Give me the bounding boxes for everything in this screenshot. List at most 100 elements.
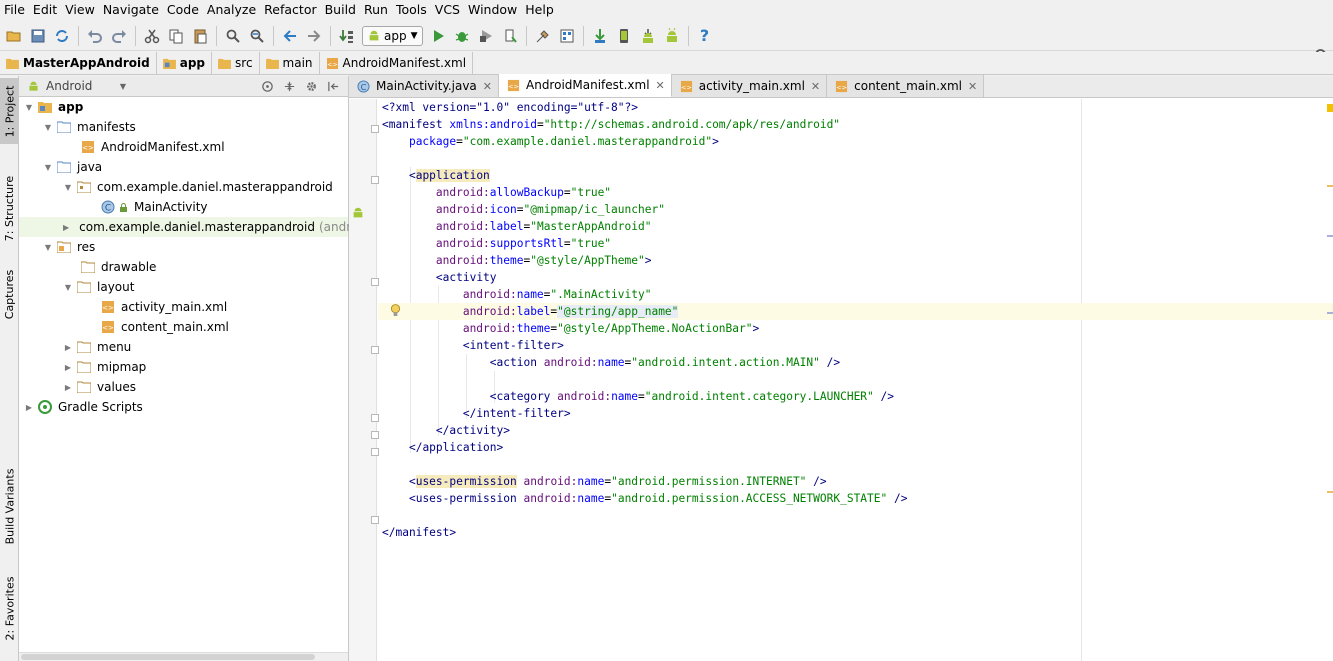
breadcrumb-app[interactable]: app (157, 51, 213, 75)
expand-arrow-icon[interactable]: ▼ (24, 102, 34, 112)
android-icon[interactable] (351, 206, 365, 220)
tab-mainactivity-java[interactable]: C MainActivity.java ✕ (349, 75, 499, 97)
close-icon[interactable]: ✕ (968, 80, 977, 93)
run-config-select[interactable]: app ▼ (362, 25, 423, 46)
tab-captures[interactable]: Captures (0, 264, 19, 324)
warning-marker[interactable] (1327, 491, 1333, 493)
sdk-download-icon[interactable] (589, 25, 611, 47)
tree-item-activity-main[interactable]: <> activity_main.xml (19, 297, 348, 317)
tree-item-values[interactable]: ▶ values (19, 377, 348, 397)
sdk-manager-icon[interactable] (637, 25, 659, 47)
tree-item-gradle-scripts[interactable]: ▶ Gradle Scripts (19, 397, 348, 417)
project-structure-icon[interactable] (556, 25, 578, 47)
expand-arrow-icon[interactable]: ▶ (24, 402, 34, 412)
redo-icon[interactable] (108, 25, 130, 47)
sync-icon[interactable] (51, 25, 73, 47)
expand-arrow-icon[interactable]: ▼ (43, 162, 53, 172)
close-icon[interactable]: ✕ (483, 80, 492, 93)
tree-item-package[interactable]: ▼ com.example.daniel.masterappandroid (19, 177, 348, 197)
coverage-icon[interactable] (475, 25, 497, 47)
replace-icon[interactable] (246, 25, 268, 47)
error-stripe[interactable] (1327, 99, 1333, 661)
menu-view[interactable]: View (61, 0, 99, 20)
menu-tools[interactable]: Tools (392, 0, 431, 20)
warning-marker[interactable] (1327, 185, 1333, 187)
expand-arrow-icon[interactable]: ▶ (63, 222, 69, 232)
menu-code[interactable]: Code (163, 0, 203, 20)
tree-item-package-test[interactable]: ▶ com.example.daniel.masterappandroid (a… (19, 217, 362, 237)
hide-panel-icon[interactable] (322, 77, 344, 95)
tree-item-content-main[interactable]: <> content_main.xml (19, 317, 348, 337)
make-icon[interactable] (336, 25, 358, 47)
close-icon[interactable]: ✕ (811, 80, 820, 93)
find-icon[interactable] (222, 25, 244, 47)
breadcrumb-src[interactable]: src (212, 51, 260, 75)
gear-icon[interactable] (300, 77, 322, 95)
tab-project[interactable]: 1: Project (0, 78, 19, 144)
menu-analyze[interactable]: Analyze (203, 0, 260, 20)
expand-arrow-icon[interactable]: ▼ (43, 242, 53, 252)
tab-androidmanifest-xml[interactable]: <> AndroidManifest.xml ✕ (499, 74, 672, 97)
tree-item-androidmanifest[interactable]: <> AndroidManifest.xml (19, 137, 348, 157)
tree-item-app[interactable]: ▼ app (19, 97, 348, 117)
run-icon[interactable] (427, 25, 449, 47)
close-icon[interactable]: ✕ (656, 79, 665, 92)
expand-arrow-icon[interactable]: ▼ (63, 182, 73, 192)
horizontal-scrollbar[interactable] (19, 652, 348, 661)
tree-item-menu[interactable]: ▶ menu (19, 337, 348, 357)
forward-icon[interactable] (303, 25, 325, 47)
tree-item-mipmap[interactable]: ▶ mipmap (19, 357, 348, 377)
android-monitor-icon[interactable] (661, 25, 683, 47)
tab-build-variants[interactable]: Build Variants (0, 461, 19, 551)
paste-icon[interactable] (189, 25, 211, 47)
scrollbar-thumb[interactable] (21, 654, 315, 660)
menu-refactor[interactable]: Refactor (260, 0, 320, 20)
code-line-11: <activity (435, 271, 497, 284)
expand-arrow-icon[interactable]: ▶ (63, 342, 73, 352)
tab-content-main-xml[interactable]: <> content_main.xml ✕ (827, 75, 985, 97)
save-icon[interactable] (27, 25, 49, 47)
expand-arrow-icon[interactable]: ▼ (43, 122, 53, 132)
structure-icon[interactable] (532, 25, 554, 47)
menu-vcs[interactable]: VCS (431, 0, 464, 20)
expand-arrow-icon[interactable]: ▼ (63, 282, 73, 292)
tree-item-drawable[interactable]: drawable (19, 257, 348, 277)
back-icon[interactable] (279, 25, 301, 47)
breadcrumb-main[interactable]: main (260, 51, 320, 75)
code-editor[interactable]: <?xml version="1.0" encoding="utf-8"?> <… (378, 99, 1333, 661)
tab-activity-main-xml[interactable]: <> activity_main.xml ✕ (671, 75, 828, 97)
avd-icon[interactable] (613, 25, 635, 47)
expand-arrow-icon[interactable]: ▶ (63, 362, 73, 372)
menu-navigate[interactable]: Navigate (99, 0, 163, 20)
menu-help[interactable]: Help (521, 0, 558, 20)
tab-favorites[interactable]: 2: Favorites (0, 571, 19, 646)
copy-icon[interactable] (165, 25, 187, 47)
collapse-all-icon[interactable] (278, 77, 300, 95)
menu-edit[interactable]: Edit (29, 0, 61, 20)
tree-item-mainactivity[interactable]: C MainActivity (19, 197, 348, 217)
tree-item-manifests[interactable]: ▼ manifests (19, 117, 348, 137)
menu-build[interactable]: Build (321, 0, 360, 20)
project-view-select[interactable]: Android ▼ (19, 79, 126, 93)
menu-file[interactable]: File (0, 0, 29, 20)
info-marker[interactable] (1327, 235, 1333, 237)
warning-marker[interactable] (1327, 104, 1333, 112)
breadcrumb-file[interactable]: <> AndroidManifest.xml (320, 51, 474, 75)
lightbulb-icon[interactable] (390, 304, 401, 317)
menu-run[interactable]: Run (360, 0, 392, 20)
expand-arrow-icon[interactable]: ▶ (63, 382, 73, 392)
tab-structure[interactable]: 7: Structure (0, 171, 19, 246)
tree-item-layout[interactable]: ▼ layout (19, 277, 348, 297)
scroll-from-source-icon[interactable] (256, 77, 278, 95)
cut-icon[interactable] (141, 25, 163, 47)
breadcrumb-project[interactable]: MasterAppAndroid (0, 51, 157, 75)
menu-window[interactable]: Window (464, 0, 521, 20)
attach-icon[interactable] (499, 25, 521, 47)
tree-item-java[interactable]: ▼ java (19, 157, 348, 177)
help-icon[interactable]: ? (694, 25, 716, 47)
info-marker[interactable] (1327, 312, 1333, 314)
undo-icon[interactable] (84, 25, 106, 47)
tree-item-res[interactable]: ▼ res (19, 237, 348, 257)
debug-icon[interactable] (451, 25, 473, 47)
open-folder-icon[interactable] (3, 25, 25, 47)
